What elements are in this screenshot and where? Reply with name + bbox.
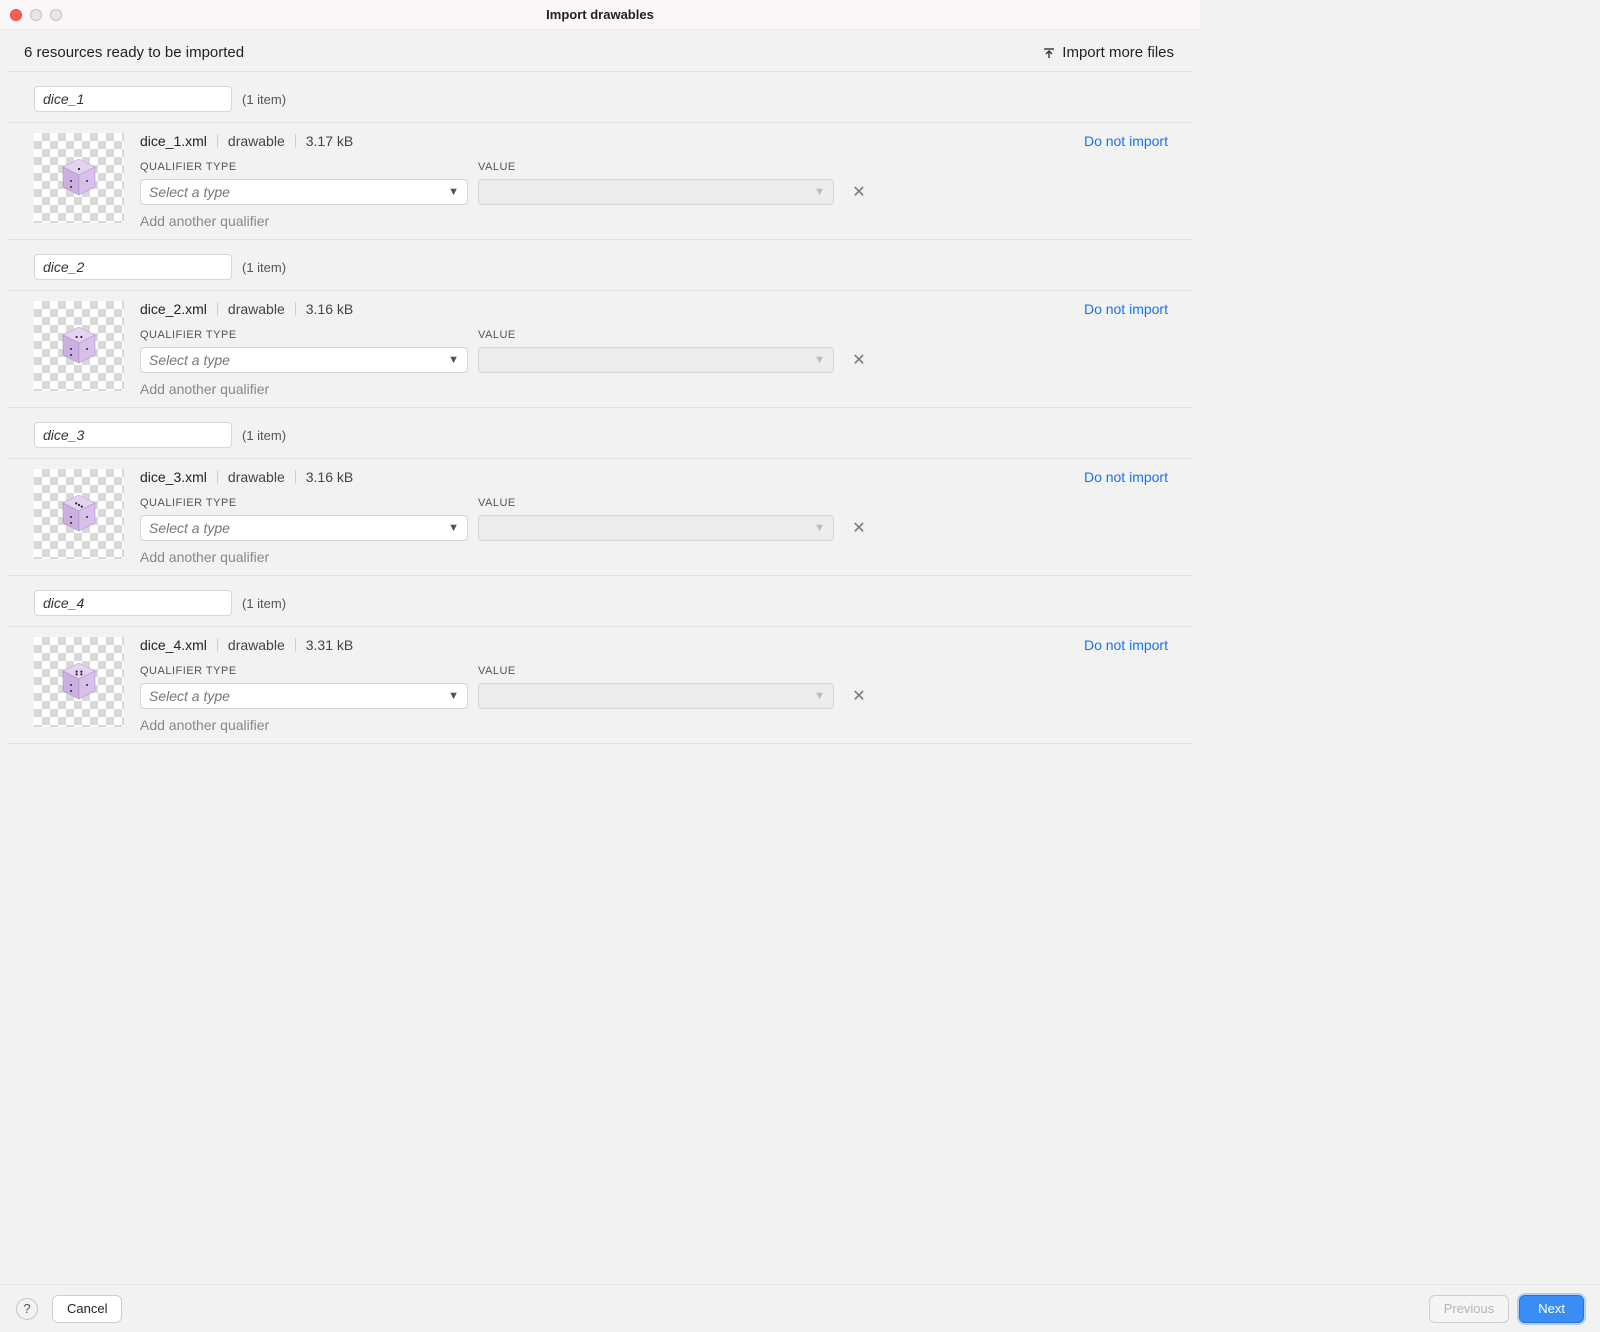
- resource-filename: dice_1.xml: [140, 133, 207, 149]
- chevron-down-icon: ▼: [448, 354, 459, 366]
- add-qualifier-link[interactable]: Add another qualifier: [140, 717, 1168, 733]
- do-not-import-link[interactable]: Do not import: [1084, 301, 1168, 317]
- previous-button[interactable]: Previous: [1429, 1295, 1510, 1323]
- remove-qualifier-button[interactable]: ✕: [844, 350, 874, 370]
- resource-type: drawable: [228, 133, 285, 149]
- qualifier-value-select[interactable]: ▼: [478, 179, 834, 205]
- qualifier-type-placeholder: Select a type: [149, 184, 230, 200]
- do-not-import-link[interactable]: Do not import: [1084, 469, 1168, 485]
- chevron-down-icon: ▼: [814, 690, 825, 702]
- resource-row: dice_1.xml drawable 3.17 kB Do not impor…: [8, 122, 1192, 240]
- resource-filename: dice_3.xml: [140, 469, 207, 485]
- qualifier-type-select[interactable]: Select a type ▼: [140, 347, 468, 373]
- remove-qualifier-button[interactable]: ✕: [844, 686, 874, 706]
- value-label: VALUE: [478, 329, 834, 341]
- qualifier-type-select[interactable]: Select a type ▼: [140, 683, 468, 709]
- value-label: VALUE: [478, 665, 834, 677]
- chevron-down-icon: ▼: [448, 522, 459, 534]
- item-count-label: (1 item): [242, 260, 286, 275]
- qualifier-type-label: QUALIFIER TYPE: [140, 161, 468, 173]
- resource-thumbnail: [34, 133, 124, 223]
- titlebar: Import drawables: [0, 0, 1200, 30]
- window-title: Import drawables: [0, 7, 1200, 22]
- resource-thumbnail: [34, 301, 124, 391]
- qualifier-type-label: QUALIFIER TYPE: [140, 329, 468, 341]
- qualifier-type-label: QUALIFIER TYPE: [140, 497, 468, 509]
- resource-filesize: 3.16 kB: [306, 301, 353, 317]
- resource-row: dice_4.xml drawable 3.31 kB Do not impor…: [8, 626, 1192, 744]
- resource-group-header: (1 item): [8, 86, 1192, 112]
- qualifier-value-select[interactable]: ▼: [478, 515, 834, 541]
- chevron-down-icon: ▼: [814, 354, 825, 366]
- chevron-down-icon: ▼: [448, 186, 459, 198]
- import-more-files-button[interactable]: Import more files: [1042, 44, 1174, 61]
- remove-qualifier-button[interactable]: ✕: [844, 182, 874, 202]
- value-label: VALUE: [478, 161, 834, 173]
- item-count-label: (1 item): [242, 92, 286, 107]
- resource-filesize: 3.17 kB: [306, 133, 353, 149]
- value-label: VALUE: [478, 497, 834, 509]
- import-more-icon: [1042, 46, 1056, 60]
- qualifier-type-select[interactable]: Select a type ▼: [140, 515, 468, 541]
- qualifier-type-select[interactable]: Select a type ▼: [140, 179, 468, 205]
- resource-thumbnail: [34, 469, 124, 559]
- resource-filename: dice_4.xml: [140, 637, 207, 653]
- import-more-files-label: Import more files: [1062, 44, 1174, 61]
- add-qualifier-link[interactable]: Add another qualifier: [140, 549, 1168, 565]
- do-not-import-link[interactable]: Do not import: [1084, 637, 1168, 653]
- status-bar: 6 resources ready to be imported Import …: [8, 30, 1192, 72]
- remove-qualifier-button[interactable]: ✕: [844, 518, 874, 538]
- chevron-down-icon: ▼: [814, 186, 825, 198]
- next-button[interactable]: Next: [1519, 1295, 1584, 1323]
- resource-name-input[interactable]: [34, 590, 232, 616]
- qualifier-type-placeholder: Select a type: [149, 688, 230, 704]
- cancel-button[interactable]: Cancel: [52, 1295, 122, 1323]
- item-count-label: (1 item): [242, 596, 286, 611]
- resource-row: dice_2.xml drawable 3.16 kB Do not impor…: [8, 290, 1192, 408]
- qualifier-type-placeholder: Select a type: [149, 352, 230, 368]
- resource-group-header: (1 item): [8, 422, 1192, 448]
- qualifier-value-select[interactable]: ▼: [478, 683, 834, 709]
- chevron-down-icon: ▼: [448, 690, 459, 702]
- resource-type: drawable: [228, 469, 285, 485]
- do-not-import-link[interactable]: Do not import: [1084, 133, 1168, 149]
- resource-type: drawable: [228, 301, 285, 317]
- item-count-label: (1 item): [242, 428, 286, 443]
- help-button[interactable]: ?: [16, 1298, 38, 1320]
- chevron-down-icon: ▼: [814, 522, 825, 534]
- qualifier-type-placeholder: Select a type: [149, 520, 230, 536]
- import-summary-text: 6 resources ready to be imported: [24, 44, 244, 61]
- resource-name-input[interactable]: [34, 254, 232, 280]
- resource-row: dice_3.xml drawable 3.16 kB Do not impor…: [8, 458, 1192, 576]
- resource-group-header: (1 item): [8, 590, 1192, 616]
- add-qualifier-link[interactable]: Add another qualifier: [140, 381, 1168, 397]
- resource-filename: dice_2.xml: [140, 301, 207, 317]
- qualifier-value-select[interactable]: ▼: [478, 347, 834, 373]
- resource-filesize: 3.31 kB: [306, 637, 353, 653]
- resource-filesize: 3.16 kB: [306, 469, 353, 485]
- resource-type: drawable: [228, 637, 285, 653]
- qualifier-type-label: QUALIFIER TYPE: [140, 665, 468, 677]
- resource-name-input[interactable]: [34, 86, 232, 112]
- resource-group-header: (1 item): [8, 254, 1192, 280]
- add-qualifier-link[interactable]: Add another qualifier: [140, 213, 1168, 229]
- resource-thumbnail: [34, 637, 124, 727]
- dialog-footer: ? Cancel Previous Next: [0, 1284, 1600, 1332]
- resource-name-input[interactable]: [34, 422, 232, 448]
